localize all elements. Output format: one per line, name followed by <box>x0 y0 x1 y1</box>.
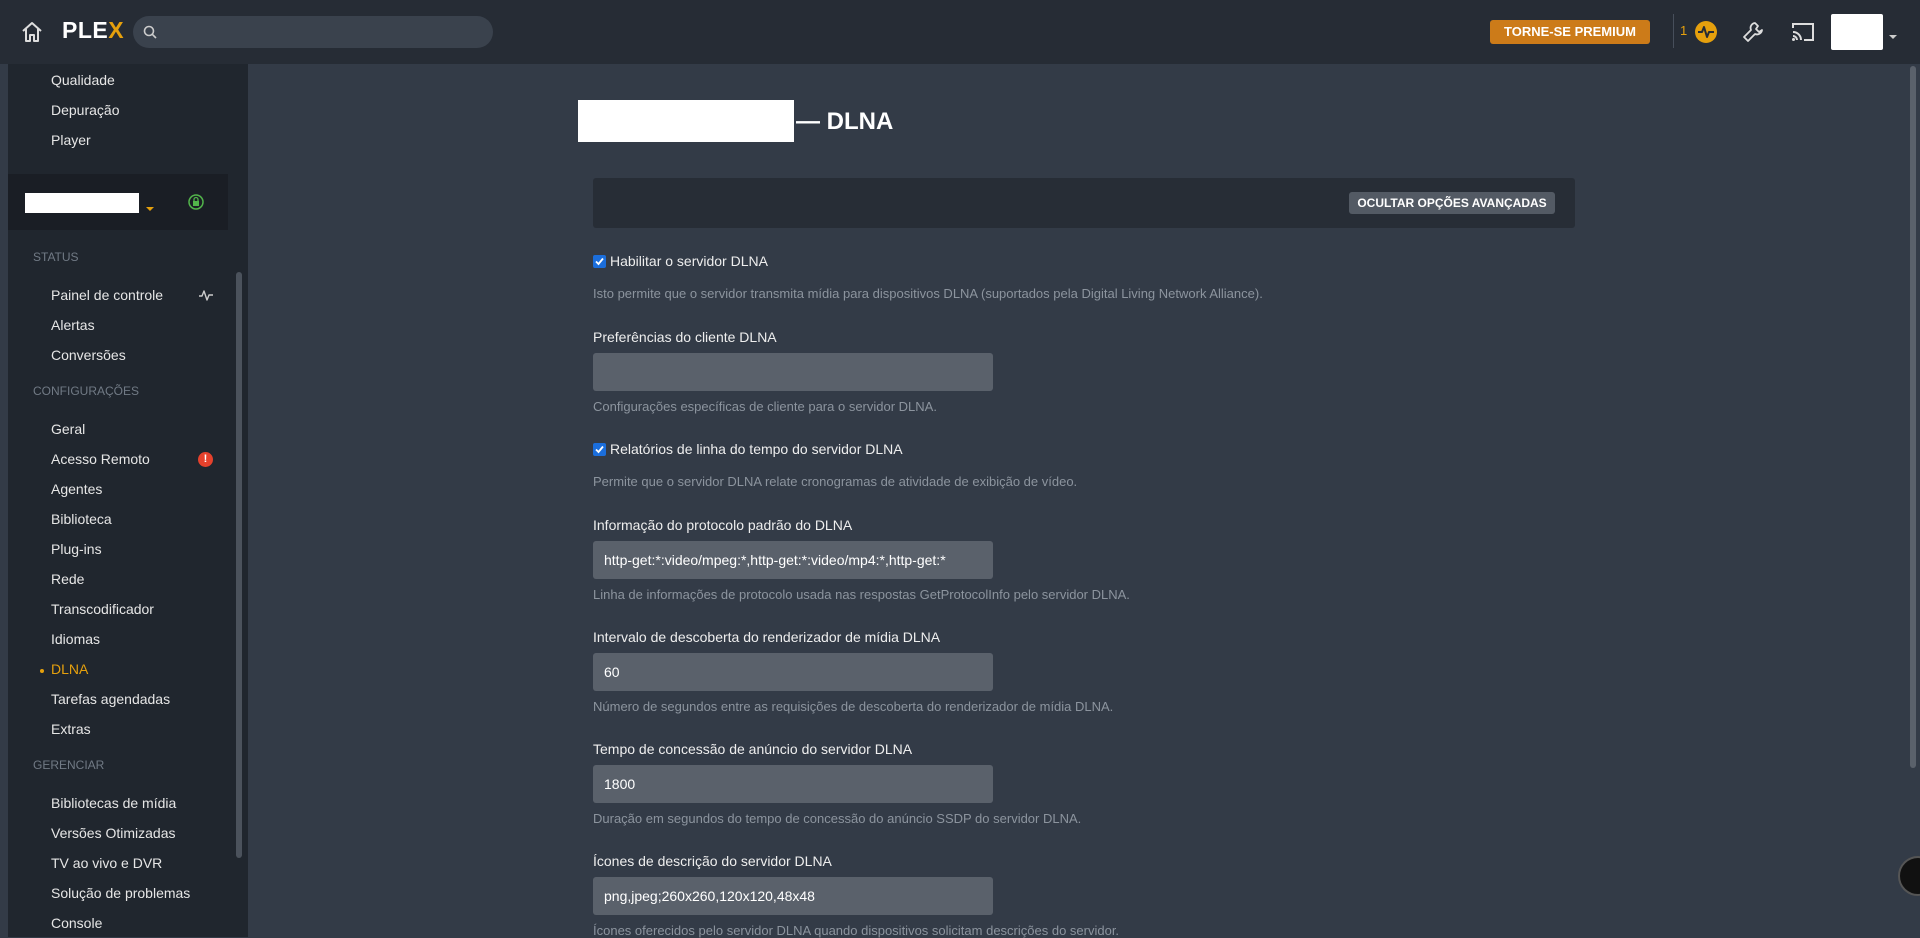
top-bar: PLEX TORNE-SE PREMIUM 1 <box>0 0 1920 64</box>
protocol-info-help: Linha de informações de protocolo usada … <box>593 587 1130 602</box>
search-icon <box>142 24 158 40</box>
sidebar-item-plugins[interactable]: Plug-ins <box>51 541 102 557</box>
chevron-down-icon[interactable] <box>1888 28 1898 39</box>
home-icon[interactable] <box>18 18 46 46</box>
sidebar-item-dlna[interactable]: DLNA <box>51 661 88 677</box>
timeline-reports-checkbox[interactable] <box>593 443 606 456</box>
chevron-down-icon[interactable] <box>145 200 155 211</box>
wrench-icon[interactable] <box>1741 20 1765 44</box>
premium-button[interactable]: TORNE-SE PREMIUM <box>1490 20 1650 44</box>
description-icons-help: Ícones oferecidos pelo servidor DLNA qua… <box>593 923 1120 938</box>
sidebar-item-tarefas[interactable]: Tarefas agendadas <box>51 691 170 707</box>
sidebar-scrollbar[interactable] <box>236 272 242 858</box>
sidebar-item-rede[interactable]: Rede <box>51 571 84 587</box>
enable-dlna-label[interactable]: Habilitar o servidor DLNA <box>610 253 768 269</box>
sidebar-item-geral[interactable]: Geral <box>51 421 85 437</box>
description-icons-input[interactable]: png,jpeg;260x260,120x120,48x48 <box>593 877 993 915</box>
server-title-redacted <box>578 100 794 142</box>
sidebar-item-console[interactable]: Console <box>51 915 102 931</box>
active-indicator <box>40 669 44 673</box>
sidebar-item-versoes-otimizadas[interactable]: Versões Otimizadas <box>51 825 176 841</box>
enable-dlna-checkbox[interactable] <box>593 255 606 268</box>
server-name <box>25 193 139 213</box>
sidebar-item-transcodificador[interactable]: Transcodificador <box>51 601 154 617</box>
sidebar-item-alertas[interactable]: Alertas <box>51 317 95 333</box>
server-selector[interactable] <box>8 174 228 230</box>
activity-icon[interactable] <box>1694 20 1718 44</box>
client-prefs-help: Configurações específicas de cliente par… <box>593 399 937 414</box>
announce-lease-label: Tempo de concessão de anúncio do servido… <box>593 741 913 757</box>
sidebar-item-idiomas[interactable]: Idiomas <box>51 631 100 647</box>
toggle-advanced-button[interactable]: OCULTAR OPÇÕES AVANÇADAS <box>1349 192 1555 214</box>
advanced-options-bar: OCULTAR OPÇÕES AVANÇADAS <box>593 178 1575 228</box>
activity-icon <box>198 287 214 303</box>
alert-badge: ! <box>198 452 213 467</box>
sidebar-item-solucao-problemas[interactable]: Solução de problemas <box>51 885 190 901</box>
discovery-interval-label: Intervalo de descoberta do renderizador … <box>593 629 941 645</box>
description-icons-label: Ícones de descrição do servidor DLNA <box>593 853 832 869</box>
discovery-interval-help: Número de segundos entre as requisições … <box>593 699 1114 714</box>
logo-text-main: PLE <box>62 17 109 43</box>
section-configuracoes: CONFIGURAÇÕES <box>33 384 140 398</box>
protocol-info-input[interactable]: http-get:*:video/mpeg:*,http-get:*:video… <box>593 541 993 579</box>
protocol-info-label: Informação do protocolo padrão do DLNA <box>593 517 853 533</box>
enable-dlna-help: Isto permite que o servidor transmita mí… <box>593 286 1263 301</box>
client-prefs-label: Preferências do cliente DLNA <box>593 329 777 345</box>
timeline-reports-help: Permite que o servidor DLNA relate crono… <box>593 474 1078 489</box>
sidebar-item-agentes[interactable]: Agentes <box>51 481 102 497</box>
sidebar-item-player[interactable]: Player <box>51 132 91 148</box>
announce-lease-input[interactable]: 1800 <box>593 765 993 803</box>
timeline-reports-label[interactable]: Relatórios de linha do tempo do servidor… <box>610 441 903 457</box>
search-input[interactable] <box>133 16 493 48</box>
sidebar-item-extras[interactable]: Extras <box>51 721 91 737</box>
section-gerenciar: GERENCIAR <box>33 758 105 772</box>
collapse-panel-button[interactable] <box>1898 856 1920 896</box>
sidebar-item-qualidade[interactable]: Qualidade <box>51 72 115 88</box>
discovery-interval-input[interactable]: 60 <box>593 653 993 691</box>
sidebar-item-bibliotecas-midia[interactable]: Bibliotecas de mídia <box>51 795 176 811</box>
cast-icon[interactable] <box>1790 20 1816 44</box>
sidebar-item-tv-dvr[interactable]: TV ao vivo e DVR <box>51 855 162 871</box>
page-title: — DLNA <box>796 108 894 135</box>
section-status: STATUS <box>33 250 79 264</box>
sidebar-item-depuracao[interactable]: Depuração <box>51 102 120 118</box>
avatar[interactable] <box>1831 14 1883 50</box>
activity-count: 1 <box>1680 23 1688 38</box>
announce-lease-help: Duração em segundos do tempo de concessã… <box>593 811 1082 826</box>
sidebar-item-conversoes[interactable]: Conversões <box>51 347 126 363</box>
main-scrollbar[interactable] <box>1910 66 1916 768</box>
sidebar-item-painel[interactable]: Painel de controle <box>51 287 163 303</box>
lock-icon <box>188 194 204 210</box>
divider <box>1673 14 1674 48</box>
sidebar-item-biblioteca[interactable]: Biblioteca <box>51 511 112 527</box>
sidebar-item-acesso-remoto[interactable]: Acesso Remoto <box>51 451 150 467</box>
client-prefs-input[interactable] <box>593 353 993 391</box>
plex-logo[interactable]: PLEX <box>62 17 124 44</box>
logo-text-x: X <box>108 17 125 43</box>
sidebar: Qualidade Depuração Player STATUS Painel… <box>8 64 248 937</box>
